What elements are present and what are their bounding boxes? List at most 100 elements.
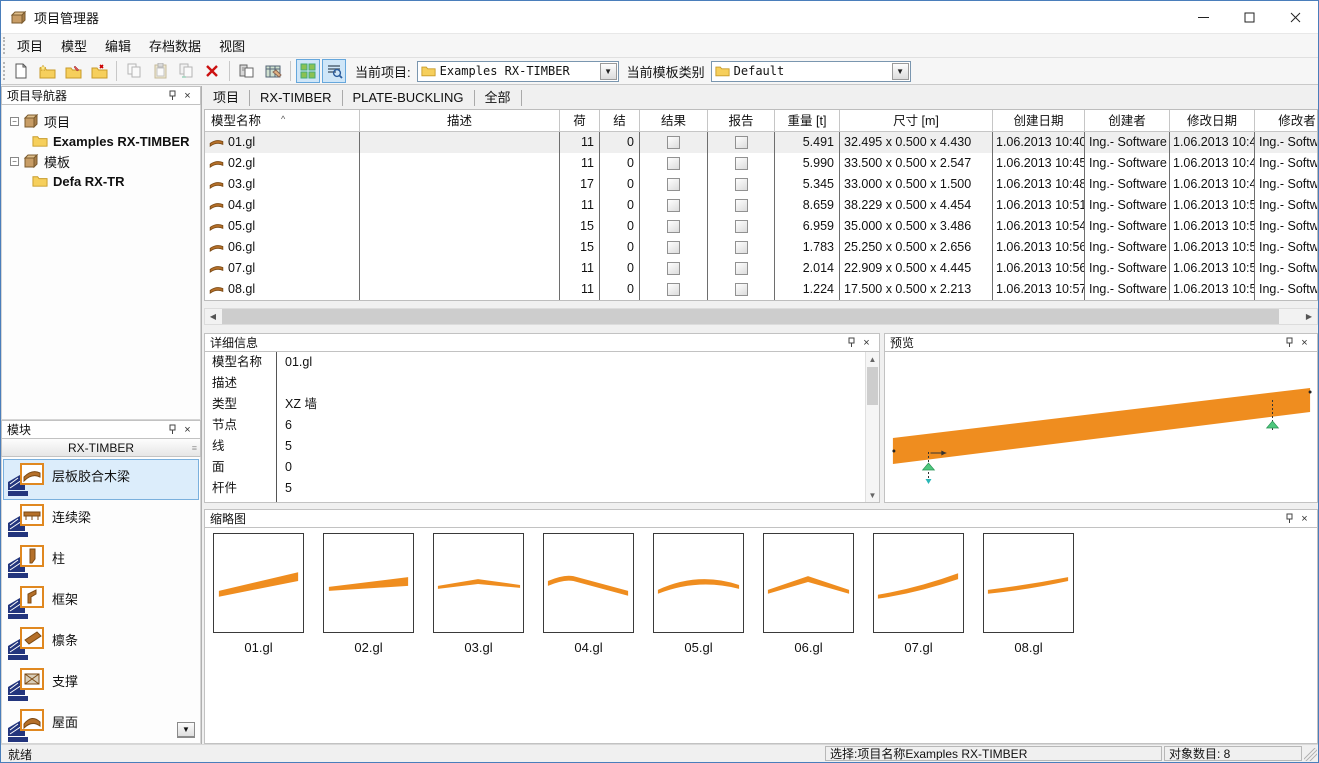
scroll-down-arrow[interactable]: ▼ [866, 488, 879, 502]
results-checkbox[interactable] [667, 178, 680, 191]
results-checkbox[interactable] [667, 283, 680, 296]
pin-icon[interactable] [165, 88, 180, 103]
results-checkbox[interactable] [667, 262, 680, 275]
column-header-weight[interactable]: 重量 [t] [775, 110, 840, 132]
thumbnail-item[interactable]: 02.gl [323, 533, 414, 743]
column-header-load-cases[interactable]: 荷 [560, 110, 600, 132]
column-header-results[interactable]: 结果 [640, 110, 708, 132]
column-header-modified[interactable]: 修改日期 [1170, 110, 1255, 132]
results-checkbox[interactable] [667, 220, 680, 233]
detail-view-toggle[interactable] [322, 59, 346, 83]
new-model-button[interactable] [9, 59, 33, 83]
module-purlin[interactable]: 檩条 [3, 623, 199, 664]
paste-button[interactable] [148, 59, 172, 83]
results-checkbox[interactable] [667, 241, 680, 254]
module-column[interactable]: 柱 [3, 541, 199, 582]
close-icon[interactable]: × [180, 422, 195, 437]
detail-value[interactable] [276, 373, 285, 394]
close-icon[interactable]: × [859, 335, 874, 350]
report-checkbox[interactable] [735, 136, 748, 149]
scroll-up-arrow[interactable]: ▲ [866, 352, 879, 366]
thumbnail-item[interactable]: 07.gl [873, 533, 964, 743]
report-checkbox[interactable] [735, 220, 748, 233]
category-menu-icon[interactable]: ≡ [192, 443, 197, 453]
scrollbar-thumb[interactable] [222, 309, 1279, 324]
pin-icon[interactable] [165, 422, 180, 437]
tree-node-examples-rx-timber[interactable]: Examples RX-TIMBER [2, 131, 200, 151]
thumbnail-item[interactable]: 06.gl [763, 533, 854, 743]
thumbnail-item[interactable]: 08.gl [983, 533, 1074, 743]
close-button[interactable] [1272, 1, 1318, 33]
import-model-button[interactable] [235, 59, 259, 83]
archive-button[interactable] [261, 59, 285, 83]
thumbnail-view-toggle[interactable] [296, 59, 320, 83]
template-category-dropdown-arrow[interactable]: ▼ [892, 63, 909, 80]
column-header-modifier[interactable]: 修改者 [1255, 110, 1318, 132]
collapse-icon[interactable]: − [10, 157, 19, 166]
module-frame[interactable]: 框架 [3, 582, 199, 623]
scroll-right-arrow[interactable]: ▶ [1301, 309, 1317, 324]
results-checkbox[interactable] [667, 136, 680, 149]
results-checkbox[interactable] [667, 157, 680, 170]
collapse-icon[interactable]: − [10, 117, 19, 126]
detail-value[interactable]: 01.gl [276, 352, 312, 373]
report-checkbox[interactable] [735, 262, 748, 275]
thumbnail-item[interactable]: 01.gl [213, 533, 304, 743]
column-header-dimensions[interactable]: 尺寸 [m] [840, 110, 993, 132]
menu-view[interactable]: 视图 [210, 34, 254, 57]
template-category-combobox[interactable]: Default ▼ [711, 61, 911, 82]
close-icon[interactable]: × [1297, 511, 1312, 526]
results-checkbox[interactable] [667, 199, 680, 212]
resize-grip[interactable] [1304, 748, 1317, 761]
module-roof[interactable]: 屋面 [3, 705, 199, 744]
report-checkbox[interactable] [735, 241, 748, 254]
details-vertical-scrollbar[interactable]: ▲ ▼ [865, 352, 879, 502]
current-project-dropdown-arrow[interactable]: ▼ [600, 63, 617, 80]
duplicate-button[interactable] [174, 59, 198, 83]
column-header-created[interactable]: 创建日期 [993, 110, 1085, 132]
report-checkbox[interactable] [735, 157, 748, 170]
current-project-combobox[interactable]: Examples RX-TIMBER ▼ [417, 61, 619, 82]
tree-node-templates[interactable]: − 模板 [2, 151, 200, 171]
module-category-bar[interactable]: RX-TIMBER ≡ [1, 439, 201, 457]
maximize-button[interactable] [1226, 1, 1272, 33]
report-checkbox[interactable] [735, 283, 748, 296]
delete-button[interactable] [200, 59, 224, 83]
report-checkbox[interactable] [735, 199, 748, 212]
table-horizontal-scrollbar[interactable]: ◀ ▶ [204, 308, 1318, 325]
column-header-model-name[interactable]: 模型名称^ [205, 110, 360, 132]
edit-project-button[interactable] [61, 59, 85, 83]
scroll-left-arrow[interactable]: ◀ [205, 309, 221, 324]
scrollbar-thumb[interactable] [867, 367, 878, 405]
minimize-button[interactable] [1180, 1, 1226, 33]
module-scroll-down-button[interactable]: ▼ [177, 722, 195, 738]
module-bracing[interactable]: 支撑 [3, 664, 199, 705]
thumbnail-item[interactable]: 05.gl [653, 533, 744, 743]
pin-icon[interactable] [1282, 511, 1297, 526]
report-checkbox[interactable] [735, 178, 748, 191]
close-icon[interactable]: × [180, 88, 195, 103]
column-header-creator[interactable]: 创建者 [1085, 110, 1170, 132]
menu-archive-data[interactable]: 存档数据 [140, 34, 210, 57]
tab-project[interactable]: 项目 [209, 90, 250, 106]
thumbnail-item[interactable]: 04.gl [543, 533, 634, 743]
tab-plate-buckling[interactable]: PLATE-BUCKLING [343, 90, 475, 106]
column-header-description[interactable]: 描述 [360, 110, 560, 132]
tree-node-projects[interactable]: − 项目 [2, 111, 200, 131]
column-header-report[interactable]: 报告 [708, 110, 775, 132]
tab-rx-timber[interactable]: RX-TIMBER [250, 90, 343, 106]
tree-node-default-template[interactable]: Defa RX-TR [2, 171, 200, 191]
copy-button[interactable] [122, 59, 146, 83]
menu-project[interactable]: 项目 [8, 34, 52, 57]
thumbnail-item[interactable]: 03.gl [433, 533, 524, 743]
close-icon[interactable]: × [1297, 335, 1312, 350]
menu-model[interactable]: 模型 [52, 34, 96, 57]
module-glulam-beam[interactable]: 层板胶合木梁 [3, 459, 199, 500]
pin-icon[interactable] [844, 335, 859, 350]
column-header-combinations[interactable]: 结 [600, 110, 640, 132]
delete-project-button[interactable] [87, 59, 111, 83]
menu-edit[interactable]: 编辑 [96, 34, 140, 57]
new-project-button[interactable] [35, 59, 59, 83]
tab-all[interactable]: 全部 [475, 90, 522, 106]
pin-icon[interactable] [1282, 335, 1297, 350]
